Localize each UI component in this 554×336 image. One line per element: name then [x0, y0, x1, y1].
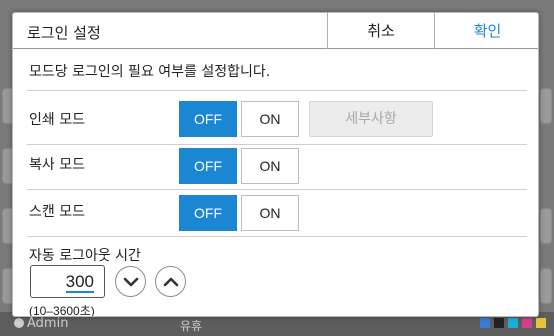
print-mode-label: 인쇄 모드: [29, 112, 85, 128]
copy-mode-label: 복사 모드: [29, 157, 85, 173]
auto-logout-range: (10–3600초): [29, 304, 95, 317]
scan-mode-off-toggle[interactable]: OFF: [179, 195, 237, 231]
print-mode-off-toggle[interactable]: OFF: [179, 101, 237, 137]
divider: [27, 90, 527, 91]
cancel-button[interactable]: 취소: [328, 13, 434, 49]
dialog-description: 모드당 로그인의 필요 여부를 설정합니다.: [29, 64, 271, 80]
scan-mode-label: 스캔 모드: [29, 204, 85, 220]
copy-mode-on-toggle[interactable]: ON: [241, 148, 299, 184]
background-tile: [540, 88, 552, 124]
login-settings-dialog: 로그인 설정 취소 확인 모드당 로그인의 필요 여부를 설정합니다. 인쇄 모…: [12, 12, 539, 317]
increase-button[interactable]: [155, 266, 186, 297]
auto-logout-value: 300: [65, 272, 94, 293]
ok-button[interactable]: 확인: [435, 13, 538, 49]
auto-logout-label: 자동 로그아웃 시간: [29, 248, 141, 264]
print-mode-details-button[interactable]: 세부사항: [309, 101, 433, 137]
copy-mode-off-toggle[interactable]: OFF: [179, 148, 237, 184]
print-mode-on-toggle[interactable]: ON: [241, 101, 299, 137]
decrease-button[interactable]: [115, 266, 146, 297]
background-user: Admin: [14, 316, 68, 331]
divider: [27, 236, 527, 237]
chevron-up-icon: [163, 277, 179, 287]
user-icon: [14, 318, 24, 328]
ink-level-icon: [536, 318, 546, 328]
divider: [27, 144, 527, 145]
dialog-title-bar: 로그인 설정 취소 확인: [13, 13, 538, 49]
ink-level-icon: [508, 318, 518, 328]
divider: [27, 189, 527, 190]
background-tile: [540, 208, 552, 244]
auto-logout-input[interactable]: 300: [30, 265, 105, 298]
ink-level-icon: [494, 318, 504, 328]
chevron-down-icon: [123, 277, 139, 287]
scan-mode-on-toggle[interactable]: ON: [241, 195, 299, 231]
background-tile: [540, 268, 552, 304]
background-status-text: 유휴: [180, 319, 203, 333]
ink-level-icon: [480, 318, 490, 328]
ink-level-icon: [522, 318, 532, 328]
dialog-title: 로그인 설정: [27, 24, 101, 42]
